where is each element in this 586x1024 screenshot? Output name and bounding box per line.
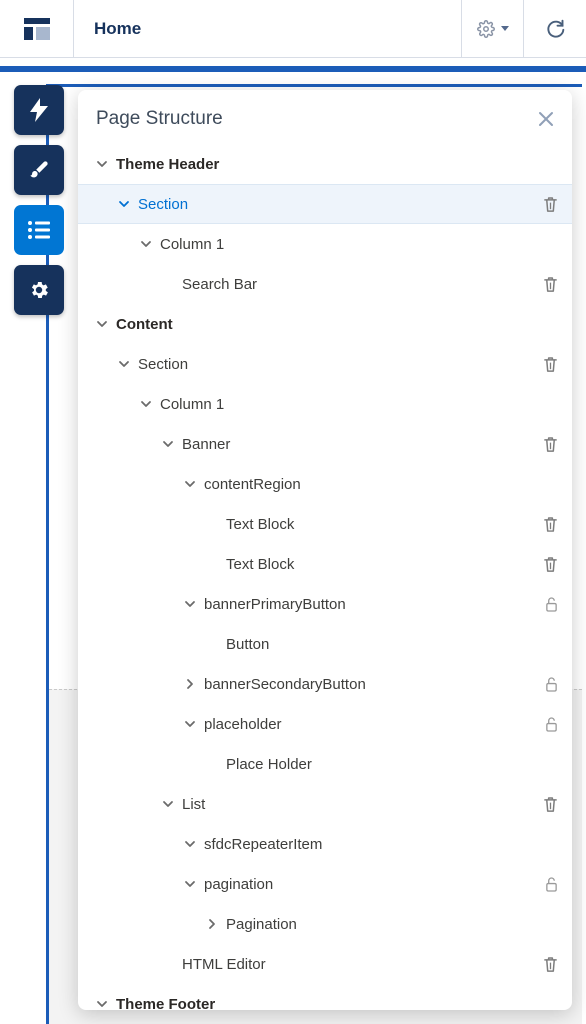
tree-item-label: Button [226, 636, 558, 653]
chevron-right-icon[interactable] [204, 918, 220, 930]
tree-item-label: sfdcRepeaterItem [204, 836, 558, 853]
tree-row[interactable]: Place Holder [78, 744, 572, 784]
list-icon [28, 221, 50, 239]
tree-row[interactable]: sfdcRepeaterItem [78, 824, 572, 864]
tree-row[interactable]: pagination [78, 864, 572, 904]
delete-button[interactable] [543, 276, 558, 293]
sidebar-item-settings[interactable] [14, 265, 64, 315]
tree-item-label: contentRegion [204, 476, 558, 493]
chevron-down-icon[interactable] [182, 478, 198, 490]
tree-item-label: pagination [204, 876, 535, 893]
tree-row[interactable]: HTML Editor [78, 944, 572, 984]
tree-row[interactable]: Theme Header [78, 144, 572, 184]
close-icon [538, 111, 554, 127]
lock-icon [545, 597, 558, 612]
tree-item-label: Column 1 [160, 396, 558, 413]
tree-item-label: Place Holder [226, 756, 558, 773]
delete-button[interactable] [543, 516, 558, 533]
sidebar-item-page-structure[interactable] [14, 205, 64, 255]
layout-icon [24, 18, 50, 40]
tree-row[interactable]: Column 1 [78, 224, 572, 264]
refresh-button[interactable] [524, 0, 586, 57]
chevron-down-icon[interactable] [94, 318, 110, 330]
chevron-down-icon[interactable] [116, 358, 132, 370]
chevron-down-icon[interactable] [94, 158, 110, 170]
lock-icon [545, 877, 558, 892]
page-title: Home [74, 0, 462, 57]
tree-row[interactable]: Column 1 [78, 384, 572, 424]
panel-title: Page Structure [96, 108, 223, 130]
tree-row[interactable]: Pagination [78, 904, 572, 944]
tree-item-label: placeholder [204, 716, 535, 733]
app-logo[interactable] [0, 0, 74, 57]
refresh-icon [545, 19, 565, 39]
delete-button[interactable] [543, 956, 558, 973]
tree-item-label: List [182, 796, 543, 813]
delete-button[interactable] [543, 556, 558, 573]
lock-icon [545, 677, 558, 692]
chevron-down-icon[interactable] [182, 718, 198, 730]
panel-header: Page Structure [78, 90, 572, 144]
gear-icon [28, 279, 50, 301]
chevron-down-icon[interactable] [94, 998, 110, 1010]
tree-row[interactable]: Theme Footer [78, 984, 572, 1010]
tree-row[interactable]: contentRegion [78, 464, 572, 504]
delete-button[interactable] [543, 356, 558, 373]
chevron-down-icon[interactable] [182, 838, 198, 850]
page-settings-menu[interactable] [462, 0, 524, 57]
tree-item-label: Banner [182, 436, 543, 453]
tree-row[interactable]: Text Block [78, 544, 572, 584]
tree-item-label: Pagination [226, 916, 558, 933]
delete-button[interactable] [543, 796, 558, 813]
tree-row[interactable]: bannerSecondaryButton [78, 664, 572, 704]
gear-icon [477, 20, 495, 38]
page-structure-panel: Page Structure Theme Header Section Column… [78, 90, 572, 1010]
delete-button[interactable] [543, 196, 558, 213]
tree-row[interactable]: Button [78, 624, 572, 664]
tree-row[interactable]: Content [78, 304, 572, 344]
tree-row[interactable]: List [78, 784, 572, 824]
tree-item-label: Section [138, 196, 543, 213]
chevron-down-icon[interactable] [160, 798, 176, 810]
tree-item-label: Theme Footer [116, 996, 558, 1011]
tree-item-label: Text Block [226, 516, 543, 533]
chevron-down-icon[interactable] [138, 398, 154, 410]
lightning-icon [30, 98, 48, 122]
lock-icon [545, 717, 558, 732]
tree-item-label: Search Bar [182, 276, 543, 293]
top-toolbar: Home [0, 0, 586, 58]
header-accent-bar [0, 58, 586, 72]
chevron-down-icon[interactable] [116, 198, 132, 210]
sidebar-item-components[interactable] [14, 85, 64, 135]
left-sidebar [14, 85, 64, 315]
tree-row[interactable]: Banner [78, 424, 572, 464]
brush-icon [28, 159, 50, 181]
chevron-down-icon[interactable] [182, 598, 198, 610]
structure-tree: Theme Header Section Column 1 Search Bar Con… [78, 144, 572, 1010]
caret-down-icon [501, 26, 509, 31]
tree-item-label: bannerPrimaryButton [204, 596, 535, 613]
tree-item-label: Content [116, 316, 558, 333]
tree-row[interactable]: Text Block [78, 504, 572, 544]
tree-item-label: Section [138, 356, 543, 373]
chevron-down-icon[interactable] [160, 438, 176, 450]
tree-item-label: bannerSecondaryButton [204, 676, 535, 693]
tree-row[interactable]: Search Bar [78, 264, 572, 304]
chevron-down-icon[interactable] [182, 878, 198, 890]
tree-item-label: HTML Editor [182, 956, 543, 973]
tree-item-label: Theme Header [116, 156, 558, 173]
chevron-down-icon[interactable] [138, 238, 154, 250]
tree-row[interactable]: Section [78, 344, 572, 384]
sidebar-item-theme[interactable] [14, 145, 64, 195]
tree-row[interactable]: bannerPrimaryButton [78, 584, 572, 624]
chevron-right-icon[interactable] [182, 678, 198, 690]
tree-item-label: Column 1 [160, 236, 558, 253]
tree-item-label: Text Block [226, 556, 543, 573]
delete-button[interactable] [543, 436, 558, 453]
tree-row[interactable]: Section [78, 184, 572, 224]
tree-row[interactable]: placeholder [78, 704, 572, 744]
panel-close-button[interactable] [538, 111, 554, 127]
